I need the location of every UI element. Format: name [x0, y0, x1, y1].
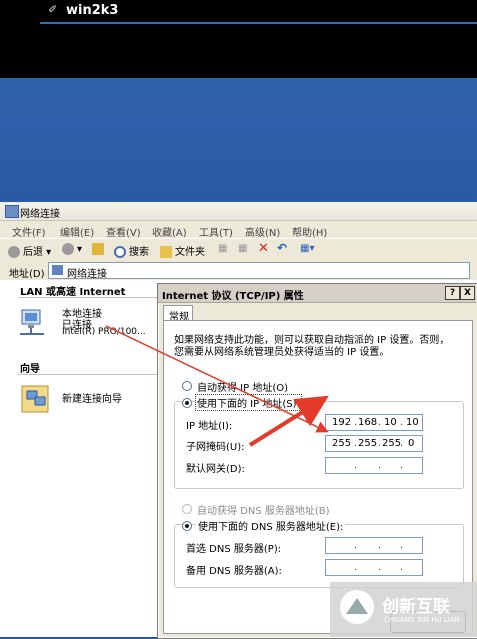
- watermark: 创新互联 CHUANG XIN HU LIAN: [330, 582, 477, 637]
- watermark-logo-icon: [340, 590, 374, 624]
- watermark-brand: 创新互联: [382, 597, 450, 617]
- watermark-subtitle: CHUANG XIN HU LIAN: [384, 616, 460, 624]
- arrow-thin-line: [105, 325, 329, 433]
- arrow-thick-line: [248, 395, 329, 447]
- annotation-arrow: [105, 325, 329, 447]
